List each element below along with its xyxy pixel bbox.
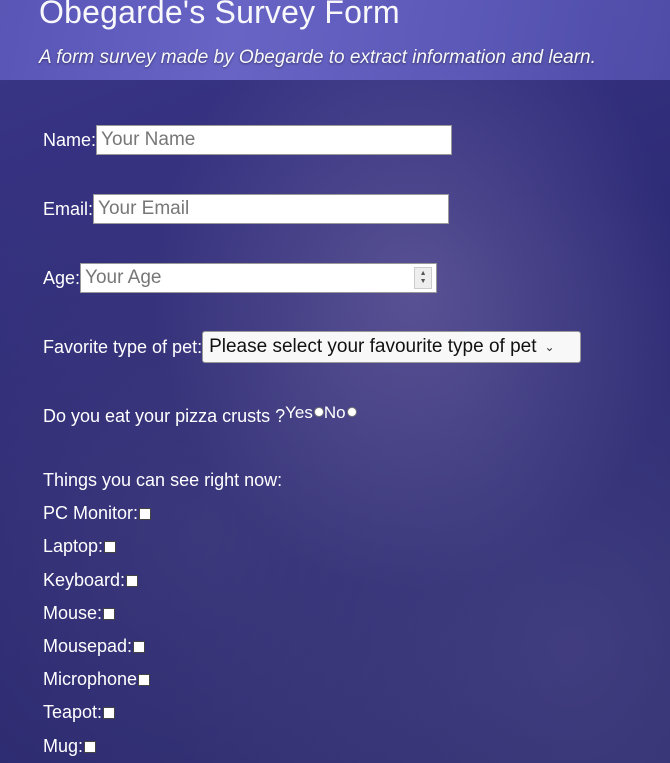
checkbox-label: Mousepad: xyxy=(43,636,133,656)
pizza-row: Do you eat your pizza crusts ? Yes No xyxy=(43,403,357,427)
pet-row: Favorite type of pet: Please select your… xyxy=(43,331,582,363)
pizza-yes-label: Yes xyxy=(285,403,313,422)
checkbox-mouse[interactable] xyxy=(103,607,116,620)
pizza-question: Do you eat your pizza crusts ? xyxy=(43,406,286,426)
page-header: Obegarde's Survey Form A form survey mad… xyxy=(0,0,670,80)
age-row: Age: Your Age ▲ ▼ xyxy=(43,263,438,293)
pet-selected-value: Please select your favourite type of pet xyxy=(209,336,537,357)
checkbox-mousepad[interactable] xyxy=(133,640,146,653)
things-heading-row: Things you can see right now: xyxy=(43,470,282,491)
email-input[interactable]: Your Email xyxy=(93,194,450,224)
name-label: Name: xyxy=(43,129,97,150)
pizza-yes-radio[interactable] xyxy=(313,407,324,417)
checkbox-label: Mug: xyxy=(43,736,84,756)
email-label: Email: xyxy=(43,198,94,219)
name-input[interactable]: Your Name xyxy=(96,125,453,155)
email-row: Email: Your Email xyxy=(43,194,450,224)
page-title: Obegarde's Survey Form xyxy=(39,0,400,30)
pizza-no-label: No xyxy=(323,403,346,422)
checkbox-mug[interactable] xyxy=(84,740,97,753)
chevron-down-icon: ⌄ xyxy=(544,340,555,354)
checkbox-label: Mouse: xyxy=(43,603,103,623)
checkbox-pc-monitor[interactable] xyxy=(139,507,152,520)
checkbox-keyboard[interactable] xyxy=(126,574,139,587)
checkbox-label: Microphone xyxy=(43,669,138,689)
checkbox-label: Laptop: xyxy=(43,536,104,556)
name-row: Name: Your Name xyxy=(43,125,453,155)
checkbox-row: Teapot: xyxy=(43,702,116,723)
pet-select[interactable]: Please select your favourite type of pet… xyxy=(202,331,582,363)
page-subtitle: A form survey made by Obegarde to extrac… xyxy=(39,47,596,68)
checkbox-row: PC Monitor: xyxy=(43,503,152,524)
age-label: Age: xyxy=(43,267,81,288)
name-placeholder: Your Name xyxy=(101,129,196,150)
age-input[interactable]: Your Age ▲ ▼ xyxy=(80,263,438,293)
checkbox-teapot[interactable] xyxy=(103,706,116,719)
checkbox-row: Laptop: xyxy=(43,536,117,557)
checkbox-label: PC Monitor: xyxy=(43,503,139,523)
checkbox-microphone[interactable] xyxy=(138,673,151,686)
age-placeholder: Your Age xyxy=(85,267,162,288)
checkbox-row: Mousepad: xyxy=(43,636,146,657)
checkbox-laptop[interactable] xyxy=(104,540,117,553)
things-heading: Things you can see right now: xyxy=(43,470,283,490)
checkbox-row: Mouse: xyxy=(43,603,116,624)
email-placeholder: Your Email xyxy=(98,198,190,219)
pet-label: Favorite type of pet: xyxy=(43,336,203,357)
number-spinner-icon[interactable]: ▲ ▼ xyxy=(414,267,433,289)
checkbox-label: Teapot: xyxy=(43,702,103,722)
pizza-no-radio[interactable] xyxy=(346,407,357,417)
checkbox-row: Mug: xyxy=(43,736,97,757)
checkbox-row: Keyboard: xyxy=(43,570,139,591)
checkbox-row: Microphone xyxy=(43,669,151,690)
checkbox-label: Keyboard: xyxy=(43,570,126,590)
